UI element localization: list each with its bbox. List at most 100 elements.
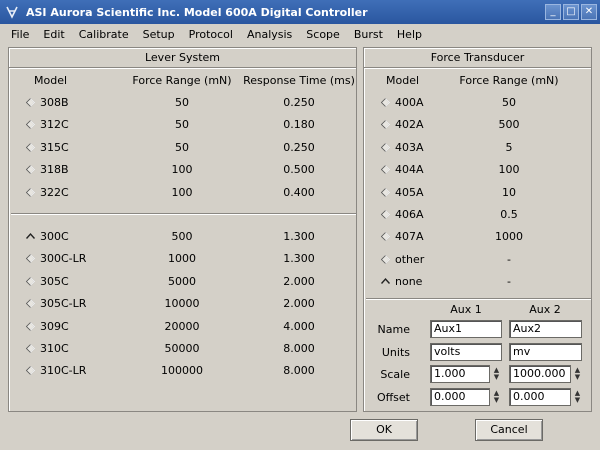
transducer-option-403a[interactable]: 403A (381, 141, 424, 154)
transducer-option-404a[interactable]: 404A (381, 163, 424, 176)
aux1-name-field[interactable]: Aux1 (430, 320, 502, 338)
aux2-scale-spinner-icon[interactable]: ▲ ▼ (572, 365, 583, 383)
lever-force-value: 50 (175, 96, 189, 109)
transducer-option-402a[interactable]: 402A (381, 118, 424, 131)
lever-force-value: 50000 (164, 342, 200, 355)
aux2-name-field[interactable]: Aux2 (509, 320, 582, 338)
lever-model-label: 300C (40, 230, 69, 243)
aux2-scale-field[interactable]: 1000.000 (509, 365, 571, 383)
transducer-model-label: none (395, 275, 423, 289)
lever-model-label: 322C (40, 185, 69, 199)
transducer-option-405a[interactable]: 405A (381, 186, 424, 199)
radio-icon[interactable] (26, 142, 35, 152)
radio-icon[interactable] (26, 344, 35, 353)
transducer-option-407a[interactable]: 407A (381, 230, 424, 243)
radio-icon[interactable] (26, 98, 35, 107)
transducer-model-label: 405A (395, 185, 424, 199)
lever-option-310c[interactable]: 310C (26, 342, 69, 355)
menu-analysis[interactable]: Analysis (240, 28, 299, 41)
aux-name-label: Name (377, 323, 410, 336)
radio-icon[interactable] (26, 187, 35, 197)
menu-scope[interactable]: Scope (299, 28, 347, 41)
aux1-offset-field[interactable]: 0.000 (430, 388, 490, 406)
aux2-offset-field[interactable]: 0.000 (509, 388, 571, 406)
lever-option-315c[interactable]: 315C (26, 141, 69, 154)
radio-icon[interactable] (381, 210, 390, 219)
menu-help[interactable]: Help (390, 28, 429, 41)
aux-divider (366, 298, 591, 300)
transducer-force-value: 0.5 (500, 208, 518, 221)
transducer-force-value: 1000 (495, 230, 523, 244)
lever-group-divider (11, 213, 356, 215)
lever-option-312c[interactable]: 312C (26, 118, 69, 131)
maximize-icon[interactable]: □ (563, 4, 579, 20)
lever-response-value: 1.300 (283, 230, 315, 243)
transducer-force-value: 10 (502, 185, 516, 199)
minimize-icon[interactable]: _ (545, 4, 561, 20)
lever-option-300c[interactable]: 300C (26, 230, 69, 243)
lever-option-300c-lr[interactable]: 300C-LR (26, 252, 86, 265)
radio-icon[interactable] (381, 98, 390, 107)
radio-icon[interactable] (26, 366, 35, 376)
menu-calibrate[interactable]: Calibrate (72, 28, 136, 41)
close-icon[interactable]: ✕ (581, 4, 597, 20)
radio-icon[interactable] (381, 254, 390, 264)
lever-option-309c[interactable]: 309C (26, 320, 69, 333)
lever-option-310c-lr[interactable]: 310C-LR (26, 364, 86, 377)
aux1-offset-spinner-icon[interactable]: ▲ ▼ (491, 388, 502, 406)
lever-force-value: 100000 (161, 364, 203, 378)
radio-icon[interactable] (381, 142, 390, 152)
app-icon[interactable] (4, 4, 20, 20)
radio-selected-icon[interactable] (26, 232, 35, 241)
lever-model-label: 309C (40, 319, 69, 333)
radio-icon[interactable] (26, 120, 35, 130)
aux1-units-field[interactable]: volts (430, 343, 502, 361)
lever-force-header: Force Range (mN) (132, 74, 232, 87)
aux2-units-field[interactable]: mv (509, 343, 582, 361)
radio-icon[interactable] (381, 187, 390, 197)
radio-icon[interactable] (26, 321, 35, 331)
transducer-option-406a[interactable]: 406A (381, 208, 424, 221)
aux1-scale-spinner-icon[interactable]: ▲ ▼ (491, 365, 502, 383)
menu-edit[interactable]: Edit (36, 28, 71, 41)
radio-icon[interactable] (26, 299, 35, 309)
transducer-option-other[interactable]: other (381, 253, 424, 266)
aux-scale-label: Scale (380, 368, 410, 381)
radio-icon[interactable] (26, 254, 35, 264)
lever-option-322c[interactable]: 322C (26, 186, 69, 199)
lever-option-318b[interactable]: 318B (26, 163, 69, 176)
ok-button[interactable]: OK (350, 419, 418, 441)
transducer-model-label: 404A (395, 163, 424, 177)
lever-force-value: 500 (171, 230, 193, 243)
radio-icon[interactable] (381, 165, 390, 175)
lever-system-panel: Lever System Model Force Range (mN) Resp… (8, 47, 357, 412)
aux1-header: Aux 1 (450, 303, 482, 316)
cancel-button[interactable]: Cancel (475, 419, 543, 441)
lever-option-305c[interactable]: 305C (26, 275, 69, 288)
lever-model-label: 308B (40, 96, 69, 109)
title-bar[interactable]: ASI Aurora Scientific Inc. Model 600A Di… (0, 0, 600, 24)
radio-selected-icon[interactable] (381, 277, 390, 286)
radio-icon[interactable] (26, 165, 35, 175)
lever-option-308b[interactable]: 308B (26, 96, 69, 109)
radio-icon[interactable] (26, 276, 35, 286)
menu-protocol[interactable]: Protocol (182, 28, 240, 41)
lever-option-305c-lr[interactable]: 305C-LR (26, 297, 86, 310)
menu-burst[interactable]: Burst (347, 28, 390, 41)
aux2-header: Aux 2 (529, 303, 561, 316)
transducer-option-none[interactable]: none (381, 275, 422, 288)
transducer-option-400a[interactable]: 400A (381, 96, 424, 109)
menu-file[interactable]: File (4, 28, 36, 41)
lever-response-value: 0.250 (283, 140, 315, 154)
transducer-model-label: 406A (395, 208, 424, 221)
lever-force-value: 1000 (168, 252, 196, 266)
aux2-offset-spinner-icon[interactable]: ▲ ▼ (572, 388, 583, 406)
aux1-scale-field[interactable]: 1.000 (430, 365, 490, 383)
radio-icon[interactable] (381, 232, 390, 242)
transducer-model-label: other (395, 252, 425, 266)
transducer-force-value: 5 (505, 140, 513, 154)
lever-model-label: 305C (40, 274, 69, 288)
lever-response-value: 4.000 (283, 319, 315, 333)
menu-setup[interactable]: Setup (136, 28, 182, 41)
radio-icon[interactable] (381, 120, 390, 130)
